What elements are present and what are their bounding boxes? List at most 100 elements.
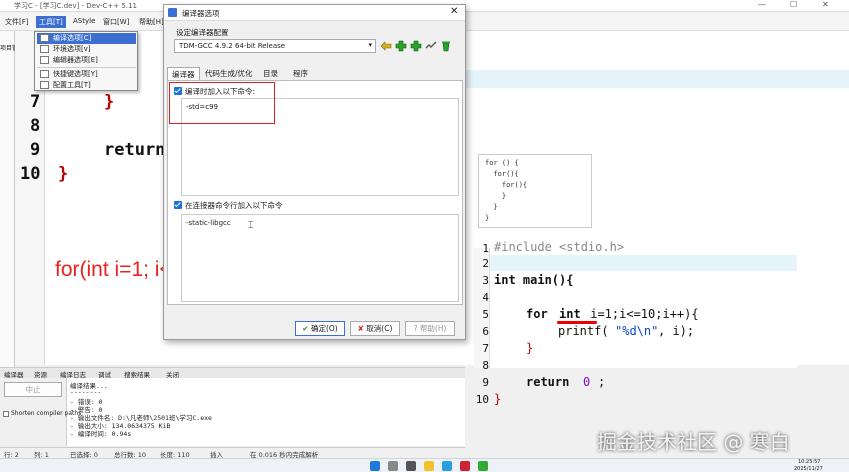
compiler-options-icon <box>40 34 49 42</box>
code-string: "%d\n" <box>615 324 659 338</box>
project-panel: 项目管 <box>0 31 18 371</box>
line-number: 3 <box>482 274 489 287</box>
code-line: } <box>526 341 534 355</box>
environment-options-icon <box>40 45 49 53</box>
snippet-line: for () { <box>485 159 519 167</box>
search-icon[interactable] <box>388 461 398 471</box>
menu-astyle[interactable]: AStyle <box>70 16 98 26</box>
tab-programs[interactable]: 程序 <box>289 67 312 80</box>
bottom-panel-tabs: 编译器 资源 编译日志 调试 搜索结果 关闭 <box>0 367 465 379</box>
code-line: } <box>58 164 69 184</box>
back-arrow-icon[interactable] <box>380 40 392 52</box>
log-line: - 编译时间: 0.94s <box>70 430 132 438</box>
start-icon[interactable] <box>370 461 380 471</box>
window-title: 学习C - [学习C.dev] - Dev-C++ 5.11 <box>14 2 137 10</box>
line-number: 7 <box>482 342 489 355</box>
compiler-config-select[interactable]: TDM-GCC 4.9.2 64-bit Release ▾ <box>174 39 376 53</box>
app-icon[interactable] <box>478 461 488 471</box>
tab-codegen[interactable]: 代码生成/优化 <box>201 67 257 80</box>
menu-window[interactable]: 窗口[W] <box>100 16 132 28</box>
tools-icon <box>40 81 49 89</box>
maximize-button[interactable]: ☐ <box>790 0 797 9</box>
line-number: 7 <box>30 92 41 112</box>
file-explorer-icon[interactable] <box>424 461 434 471</box>
ok-button[interactable]: ✔ 确定(O) <box>295 321 345 336</box>
snippet-line: } <box>485 203 498 211</box>
menu-file[interactable]: 文件[F] <box>2 16 32 28</box>
status-bar: 行: 2 列: 1 已选择: 0 总行数: 10 长度: 110 插入 在 0.… <box>0 447 465 459</box>
snippet-line: for(){ <box>485 170 519 178</box>
code-line: } <box>104 92 115 112</box>
delete-config-icon[interactable] <box>440 40 452 52</box>
menu-item-configure-tools[interactable]: 配置工具[T] <box>37 80 136 91</box>
dialog-titlebar: 编译器选项 ✕ <box>164 5 465 21</box>
code-number: 0 <box>583 375 591 389</box>
linker-commands-textarea[interactable]: -static-libgcc ⌶ <box>181 214 459 302</box>
text-cursor-icon: ⌶ <box>248 221 254 231</box>
question-icon: ? <box>413 324 418 333</box>
compiler-options-dialog: 编译器选项 ✕ 设定编译器配置 TDM-GCC 4.9.2 64-bit Rel… <box>163 4 466 340</box>
log-line: -------- <box>70 388 102 396</box>
browser-icon[interactable] <box>442 461 452 471</box>
editor-options-icon <box>40 56 49 64</box>
code-line: ; <box>598 375 606 389</box>
menu-item-compiler-options[interactable]: 编译选项[C] <box>37 33 136 44</box>
menu-item-editor-options[interactable]: 编辑器选项[E] <box>37 55 136 66</box>
code-printf: printf( <box>558 324 609 338</box>
current-line-highlight <box>465 70 849 88</box>
code-line: #include <stdio.h> <box>494 240 625 254</box>
code-line: } <box>494 392 502 406</box>
line-number: 2 <box>482 257 489 270</box>
chevron-down-icon: ▾ <box>368 41 372 49</box>
shorten-paths-checkbox[interactable] <box>3 411 9 417</box>
menu-divider <box>37 67 136 68</box>
line-number: 1 <box>482 242 489 255</box>
abort-button[interactable]: 中止 <box>4 382 62 397</box>
clock-date: 2025/11/27 <box>794 466 823 472</box>
help-button[interactable]: ? 帮助(H) <box>405 321 455 336</box>
add-config-icon[interactable] <box>395 40 407 52</box>
close-window-button[interactable]: ✕ <box>822 0 829 9</box>
checkmark-icon: ✔ <box>302 324 309 333</box>
dialog-title: 编译器选项 <box>182 9 220 18</box>
tab-directories[interactable]: 目录 <box>259 67 282 80</box>
dialog-close-icon[interactable]: ✕ <box>450 6 458 17</box>
compile-log-controls: 中止 Shorten compiler paths <box>0 378 81 446</box>
cancel-button[interactable]: ✘ 取消(C) <box>350 321 400 336</box>
linker-commands-checkbox[interactable] <box>174 201 182 209</box>
devcpp-icon[interactable] <box>460 461 470 471</box>
menu-item-environment-options[interactable]: 环境选项[v] <box>37 44 136 55</box>
line-number: 6 <box>482 325 489 338</box>
line-number: 5 <box>482 308 489 321</box>
code-keyword-int: int <box>559 307 581 321</box>
highlight-box <box>169 82 275 124</box>
menu-item-shortcut-options[interactable]: 快捷键选项[Y] <box>37 69 136 80</box>
snippet-line: } <box>485 192 507 200</box>
linker-commands-label: 在连接器命令行加入以下命令 <box>185 201 283 210</box>
code-keyword-for: for <box>526 307 548 321</box>
line-number: 4 <box>482 291 489 304</box>
line-number: 10 <box>20 164 41 184</box>
rename-config-icon[interactable] <box>425 40 437 52</box>
snippet-line: } <box>485 214 490 222</box>
snippet-line: for(){ <box>485 181 528 189</box>
clock-time: 10:25:57 <box>798 459 821 465</box>
menu-tools[interactable]: 工具[T] <box>36 16 66 28</box>
compiler-config-label: 设定编译器配置 <box>176 28 229 37</box>
current-line-highlight <box>490 255 797 271</box>
code-line: return <box>104 140 166 160</box>
cross-icon: ✘ <box>357 324 364 333</box>
nested-loop-snippet: for () { for(){ for(){ } } } <box>478 154 592 228</box>
watermark: 掘金技术社区 @ 寒白 <box>597 430 790 454</box>
os-taskbar: 10:25:57 2025/11/27 <box>0 458 849 472</box>
code-keyword-return: return <box>526 375 570 389</box>
dialog-app-icon <box>168 8 177 17</box>
code-line: int main(){ <box>494 273 574 287</box>
task-view-icon[interactable] <box>406 461 416 471</box>
dialog-tabs: 编译器 代码生成/优化 目录 程序 <box>167 67 463 81</box>
add-config-alt-icon[interactable] <box>410 40 422 52</box>
tab-compiler[interactable]: 编译器 <box>167 67 200 81</box>
minimize-button[interactable]: — <box>758 0 766 9</box>
tools-menu-dropdown: 编译选项[C] 环境选项[v] 编辑器选项[E] 快捷键选项[Y] 配置工具[T… <box>34 31 138 91</box>
line-number: 9 <box>482 376 489 389</box>
